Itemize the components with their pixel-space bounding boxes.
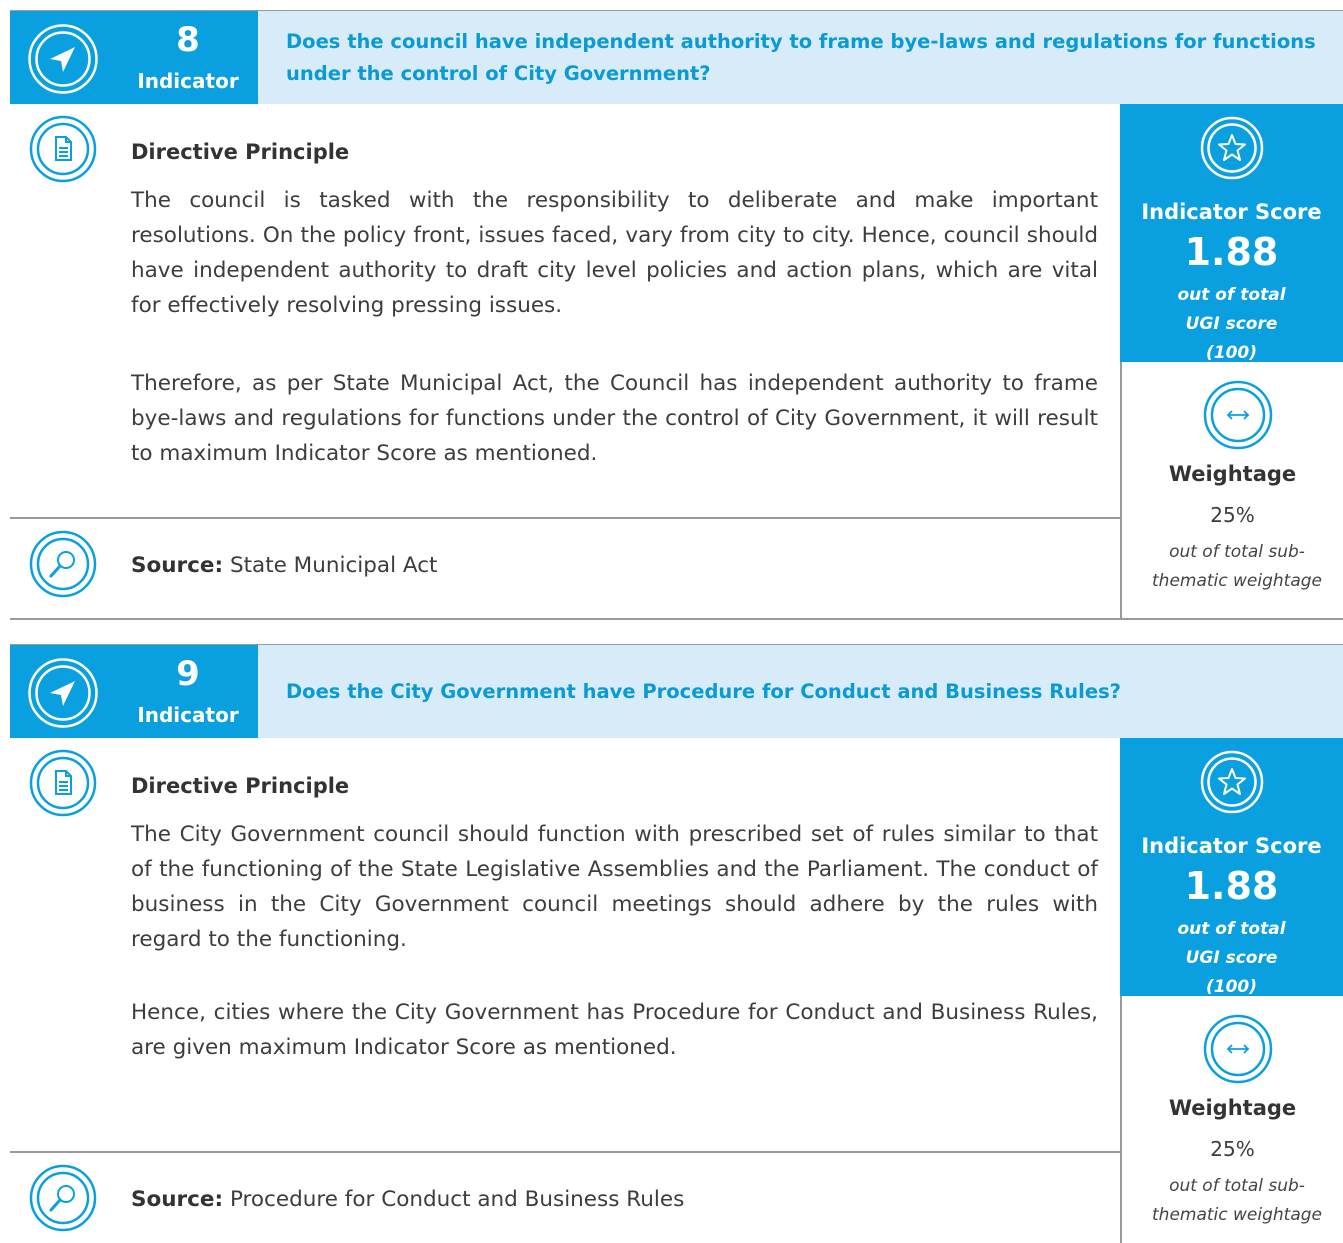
directive-paragraph: Hence, cities where the City Government … (131, 1000, 1098, 1060)
divider (10, 1151, 1120, 1153)
weightage-value: 25% (1210, 1137, 1255, 1161)
directive-title: Directive Principle (131, 774, 350, 798)
indicator-label: Indicator (137, 703, 239, 727)
document-icon (29, 115, 97, 183)
weightage-label: Weightage (1168, 462, 1297, 486)
score-note: out of total UGI score (100) (1177, 285, 1286, 363)
star-icon (1200, 116, 1264, 180)
score-value: 1.88 (1184, 230, 1279, 274)
weightage-note: out of total sub-thematic weightage (1152, 542, 1322, 591)
indicator-number: 9 (176, 654, 200, 694)
indicator-number: 8 (176, 20, 200, 60)
indicator-question: Does the council have independent author… (286, 30, 1316, 85)
source-line: Source: State Municipal Act (131, 551, 437, 581)
star-icon (1200, 750, 1264, 814)
indicator-card: 9 Indicator Does the City Government hav… (0, 634, 1343, 1243)
divider (10, 618, 1343, 620)
indicator-card: 8 Indicator Does the council have indepe… (0, 0, 1343, 620)
horizontal-arrows-icon (1203, 1014, 1273, 1084)
source-label: Source: (131, 1187, 224, 1212)
source-text: Procedure for Conduct and Business Rules (229, 1187, 685, 1212)
indicator-score-panel: Indicator Score 1.88 out of total UGI sc… (1120, 104, 1343, 363)
weightage-note: out of total sub-thematic weightage (1152, 1176, 1322, 1225)
score-label: Indicator Score (1141, 834, 1322, 858)
indicator-label: Indicator (137, 69, 239, 93)
document-icon (29, 749, 97, 817)
divider (10, 517, 1120, 519)
magnifier-icon (29, 530, 97, 598)
magnifier-icon (29, 1164, 97, 1232)
horizontal-arrows-icon (1203, 380, 1273, 450)
indicator-question: Does the City Government have Procedure … (286, 680, 1121, 703)
directive-paragraph: The City Government council should funct… (131, 822, 1098, 952)
directive-paragraph: The council is tasked with the responsib… (131, 188, 1098, 318)
source-line: Source: Procedure for Conduct and Busine… (131, 1185, 684, 1215)
directive-paragraph: Therefore, as per State Municipal Act, t… (131, 371, 1098, 466)
score-value: 1.88 (1184, 864, 1279, 908)
score-label: Indicator Score (1141, 200, 1322, 224)
source-label: Source: (131, 553, 224, 578)
weightage-value: 25% (1210, 503, 1255, 527)
navigation-arrow-icon (28, 24, 98, 94)
score-note: out of total UGI score (100) (1177, 919, 1286, 997)
directive-title: Directive Principle (131, 140, 350, 164)
weightage-label: Weightage (1168, 1096, 1297, 1120)
indicator-score-panel: Indicator Score 1.88 out of total UGI sc… (1120, 738, 1343, 997)
source-text: State Municipal Act (229, 553, 438, 578)
navigation-arrow-icon (28, 658, 98, 728)
